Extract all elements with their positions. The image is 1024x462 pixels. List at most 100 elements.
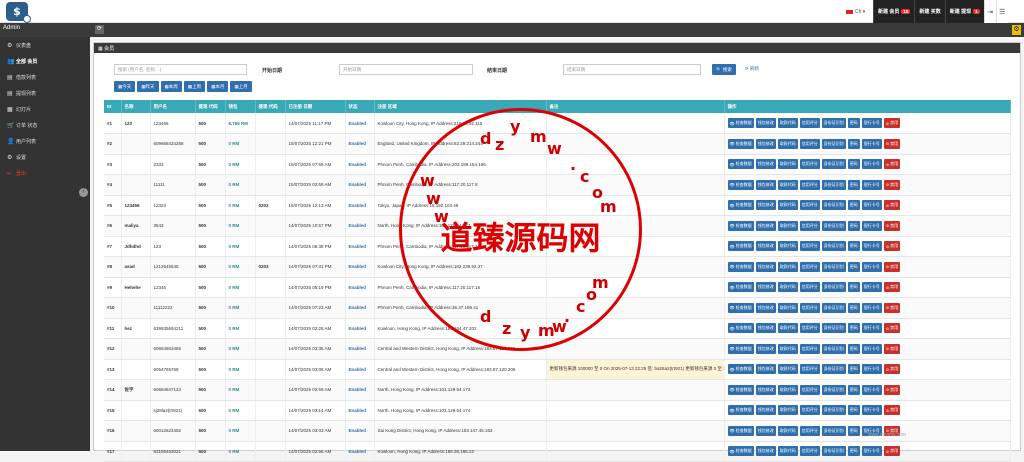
action-button-7[interactable]: ⊘ 禁用	[883, 323, 901, 334]
end-date-input[interactable]: 结束日期	[563, 64, 701, 75]
search-button[interactable]: 🔍 搜索	[712, 64, 736, 75]
action-button-5[interactable]: 密码	[847, 425, 860, 436]
action-button-6[interactable]: 银行卡号	[861, 118, 882, 128]
action-button-2[interactable]: 取款代码	[777, 425, 798, 436]
action-button-4[interactable]: 身份证识别	[821, 282, 846, 293]
search-input[interactable]: 搜索 (用户名, 名称, ..)	[114, 64, 247, 75]
action-button-7[interactable]: ⊘ 禁用	[883, 405, 901, 416]
action-button-5[interactable]: 密码	[847, 323, 860, 334]
action-button-0[interactable]: 👁 检查数据	[727, 261, 754, 272]
action-button-4[interactable]: 身份证识别	[821, 138, 846, 149]
action-button-5[interactable]: 密码	[847, 241, 860, 252]
action-button-5[interactable]: 密码	[847, 446, 860, 457]
action-button-3[interactable]: 信用评分	[799, 364, 820, 375]
action-button-4[interactable]: 身份证识别	[821, 446, 846, 457]
reset-link[interactable]: ⟳ 刷新	[745, 66, 759, 71]
action-button-7[interactable]: ⊘ 禁用	[883, 241, 901, 252]
action-button-0[interactable]: 👁 检查数据	[727, 200, 754, 211]
action-button-7[interactable]: ⊘ 禁用	[883, 282, 901, 293]
column-header[interactable]: 备注	[546, 100, 725, 113]
action-button-5[interactable]: 密码	[847, 384, 860, 395]
action-button-1[interactable]: 钱包修改	[755, 364, 776, 375]
action-button-7[interactable]: ⊘ 禁用	[883, 118, 901, 128]
action-button-3[interactable]: 信用评分	[799, 200, 820, 211]
refresh-icon[interactable]: ⟳	[95, 25, 104, 34]
action-button-7[interactable]: ⊘ 禁用	[883, 364, 901, 375]
action-button-7[interactable]: ⊘ 禁用	[883, 446, 901, 457]
language-selector[interactable]: Ch ▾	[846, 0, 865, 23]
action-button-4[interactable]: 身份证识别	[821, 118, 846, 128]
action-button-1[interactable]: 钱包修改	[755, 323, 776, 334]
action-button-4[interactable]: 身份证识别	[821, 364, 846, 375]
action-button-0[interactable]: 👁 检查数据	[727, 343, 754, 354]
action-button-0[interactable]: 👁 检查数据	[727, 364, 754, 375]
action-button-1[interactable]: 钱包修改	[755, 159, 776, 170]
column-header[interactable]: 操作	[724, 100, 1011, 113]
action-button-7[interactable]: ⊘ 禁用	[883, 302, 901, 313]
action-button-0[interactable]: 👁 检查数据	[727, 138, 754, 149]
action-button-4[interactable]: 身份证识别	[821, 302, 846, 313]
action-button-4[interactable]: 身份证识别	[821, 159, 846, 170]
action-button-4[interactable]: 身份证识别	[821, 261, 846, 272]
action-button-7[interactable]: ⊘ 禁用	[883, 220, 901, 231]
collapse-sidebar-icon[interactable]: ‹	[79, 188, 88, 197]
column-header[interactable]: 提现 代码	[255, 100, 286, 113]
action-button-0[interactable]: 👁 检查数据	[727, 384, 754, 395]
action-button-3[interactable]: 信用评分	[799, 343, 820, 354]
action-button-0[interactable]: 👁 检查数据	[727, 405, 754, 416]
action-button-1[interactable]: 钱包修改	[755, 118, 776, 128]
action-button-1[interactable]: 钱包修改	[755, 220, 776, 231]
action-button-4[interactable]: 身份证识别	[821, 405, 846, 416]
action-button-7[interactable]: ⊘ 禁用	[883, 159, 901, 170]
action-button-5[interactable]: 密码	[847, 220, 860, 231]
column-header[interactable]: 状态	[345, 100, 375, 113]
action-button-7[interactable]: ⊘ 禁用	[883, 343, 901, 354]
action-button-3[interactable]: 信用评分	[799, 323, 820, 334]
sidebar-item-6[interactable]: 👤 用户列表	[0, 133, 90, 149]
action-button-2[interactable]: 取款代码	[777, 138, 798, 149]
column-header[interactable]: 已注册 日期	[285, 100, 346, 113]
action-button-6[interactable]: 银行卡号	[861, 200, 882, 211]
action-button-5[interactable]: 密码	[847, 282, 860, 293]
action-button-2[interactable]: 取款代码	[777, 446, 798, 457]
action-button-5[interactable]: 密码	[847, 159, 860, 170]
action-button-2[interactable]: 取款代码	[777, 405, 798, 416]
action-button-5[interactable]: 密码	[847, 405, 860, 416]
action-button-3[interactable]: 信用评分	[799, 138, 820, 149]
gear-icon[interactable]: ⚙	[1012, 25, 1021, 35]
range-button-1[interactable]: ▦ 昨天	[137, 81, 159, 92]
action-button-0[interactable]: 👁 检查数据	[727, 302, 754, 313]
sidebar-item-2[interactable]: ▤ 借款列表	[0, 69, 90, 85]
action-button-5[interactable]: 密码	[847, 302, 860, 313]
action-button-6[interactable]: 银行卡号	[861, 302, 882, 313]
action-button-7[interactable]: ⊘ 禁用	[883, 179, 901, 190]
action-button-1[interactable]: 钱包修改	[755, 302, 776, 313]
action-button-3[interactable]: 信用评分	[799, 302, 820, 313]
range-button-0[interactable]: ▦ 今天	[114, 81, 136, 92]
column-header[interactable]: ID	[104, 100, 122, 113]
logo[interactable]: $	[6, 2, 31, 23]
sidebar-item-3[interactable]: ▤ 提现列表	[0, 85, 90, 101]
column-header[interactable]: 注册 区域	[374, 100, 547, 113]
column-header[interactable]: 用户名	[150, 100, 196, 113]
new-member-button[interactable]: 新建 会员 15	[873, 0, 915, 23]
action-button-6[interactable]: 银行卡号	[861, 138, 882, 149]
action-button-2[interactable]: 取款代码	[777, 364, 798, 375]
action-button-3[interactable]: 信用评分	[799, 282, 820, 293]
action-button-7[interactable]: ⊘ 禁用	[883, 261, 901, 272]
action-button-5[interactable]: 密码	[847, 179, 860, 190]
action-button-0[interactable]: 👁 检查数据	[727, 179, 754, 190]
sidebar-item-8[interactable]: ↩ 登出	[0, 165, 90, 181]
action-button-7[interactable]: ⊘ 禁用	[883, 138, 901, 149]
action-button-3[interactable]: 信用评分	[799, 405, 820, 416]
action-button-1[interactable]: 钱包修改	[755, 138, 776, 149]
action-button-1[interactable]: 钱包修改	[755, 200, 776, 211]
action-button-4[interactable]: 身份证识别	[821, 200, 846, 211]
action-button-2[interactable]: 取款代码	[777, 343, 798, 354]
action-button-3[interactable]: 信用评分	[799, 446, 820, 457]
new-deposit-button[interactable]: 新建 买数	[914, 0, 945, 23]
action-button-2[interactable]: 取款代码	[777, 159, 798, 170]
action-button-1[interactable]: 钱包修改	[755, 261, 776, 272]
sidebar-item-0[interactable]: ⚙ 仪表盘	[0, 37, 90, 53]
action-button-1[interactable]: 钱包修改	[755, 384, 776, 395]
